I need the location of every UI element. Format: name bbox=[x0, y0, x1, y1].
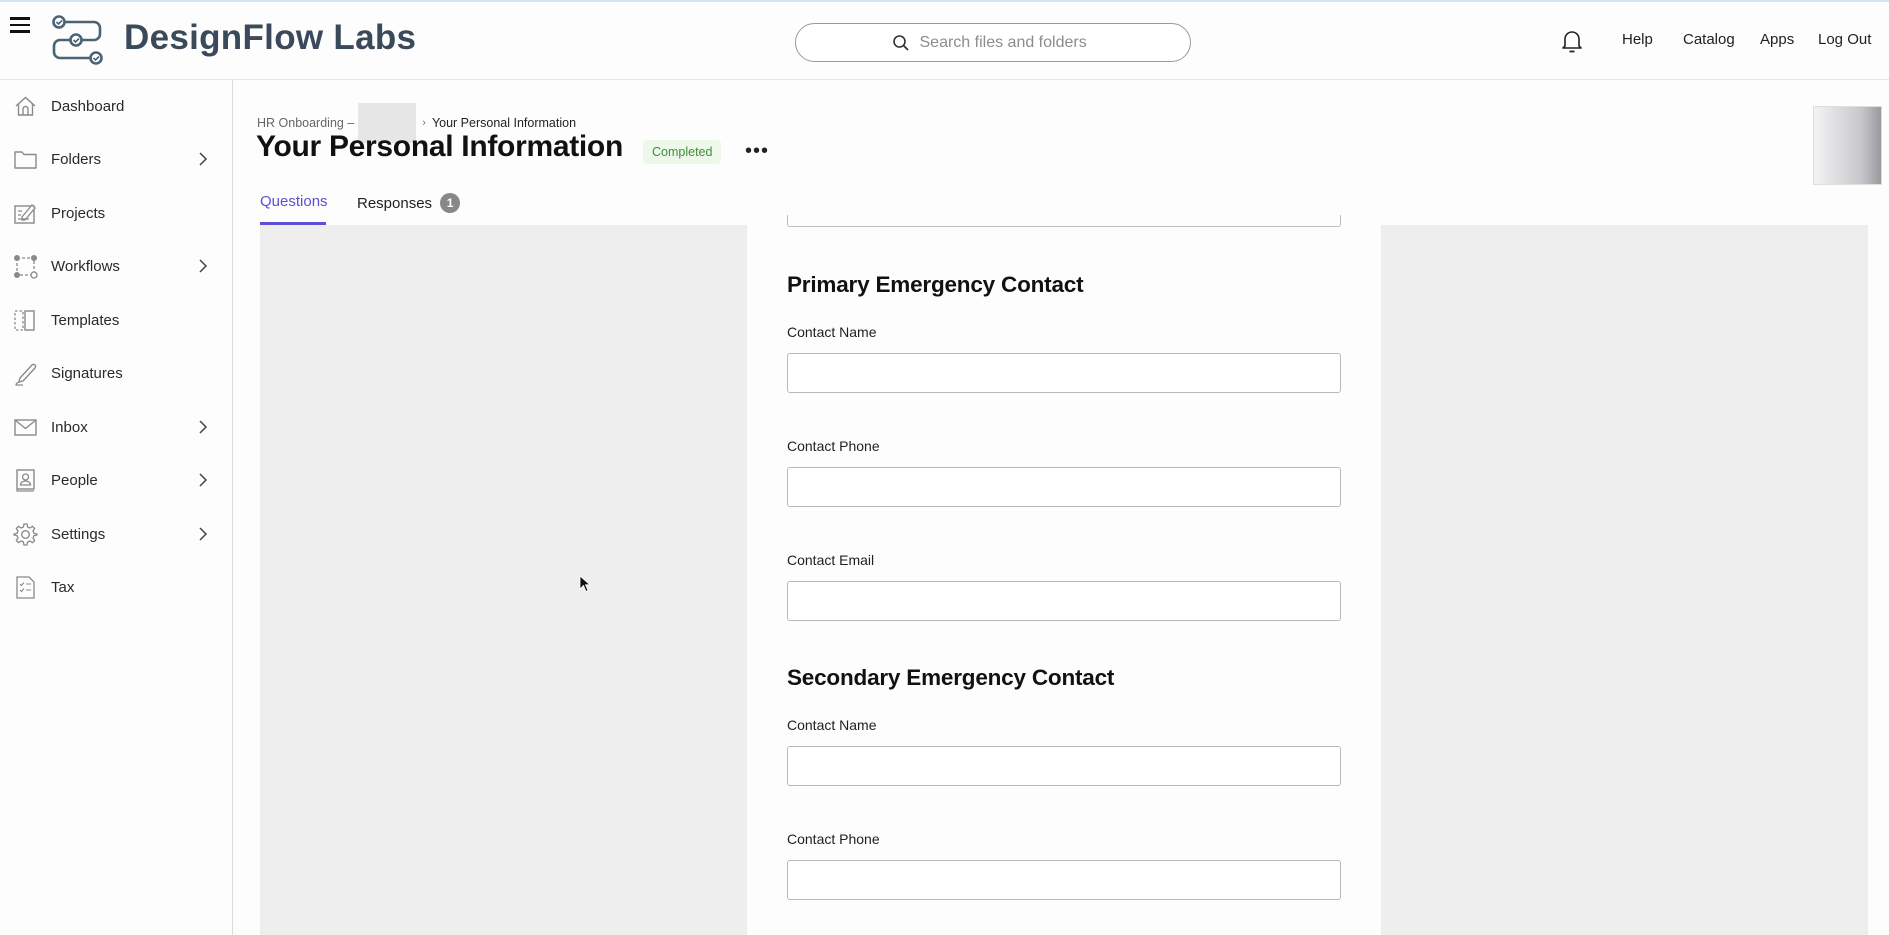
chevron-right-icon bbox=[199, 420, 208, 434]
pen-icon bbox=[15, 363, 37, 386]
sidebar-item-label: Signatures bbox=[51, 364, 123, 382]
chevron-right-icon bbox=[199, 527, 208, 541]
sidebar-item-tax[interactable]: Tax bbox=[0, 565, 232, 609]
sidebar-item-label: Inbox bbox=[51, 418, 88, 436]
hamburger-menu-icon[interactable] bbox=[8, 14, 32, 38]
primary-contact-name-input[interactable] bbox=[787, 353, 1341, 393]
workflows-icon bbox=[14, 255, 38, 279]
sidebar-item-label: People bbox=[51, 471, 98, 489]
chevron-right-icon bbox=[199, 152, 208, 166]
sidebar-item-inbox[interactable]: Inbox bbox=[0, 405, 232, 449]
projects-icon bbox=[14, 204, 36, 224]
sidebar-item-label: Workflows bbox=[51, 257, 120, 275]
breadcrumb-parent-link[interactable]: HR Onboarding – bbox=[257, 116, 354, 130]
secondary-contact-name-input[interactable] bbox=[787, 746, 1341, 786]
sidebar-item-label: Folders bbox=[51, 150, 102, 168]
contact-book-icon bbox=[16, 469, 35, 492]
sidebar-item-settings[interactable]: Settings bbox=[0, 512, 232, 556]
tab-questions[interactable]: Questions bbox=[260, 193, 328, 210]
mail-icon bbox=[14, 419, 37, 436]
sidebar-item-projects[interactable]: Projects bbox=[0, 191, 232, 235]
primary-contact-email-input[interactable] bbox=[787, 581, 1341, 621]
tab-label: Responses bbox=[357, 194, 433, 212]
more-options-button[interactable]: ••• bbox=[745, 141, 769, 161]
home-icon bbox=[15, 96, 36, 116]
sidebar-item-people[interactable]: People bbox=[0, 458, 232, 502]
page-title: Your Personal Information bbox=[256, 130, 623, 163]
templates-icon bbox=[14, 310, 35, 331]
search-bar[interactable] bbox=[795, 23, 1191, 62]
status-badge: Completed bbox=[643, 140, 722, 164]
mouse-pointer-icon bbox=[579, 575, 591, 593]
previous-input-field[interactable] bbox=[787, 215, 1341, 227]
catalog-link[interactable]: Catalog bbox=[1683, 31, 1735, 48]
sidebar-item-signatures[interactable]: Signatures bbox=[0, 351, 232, 395]
sidebar-item-folders[interactable]: Folders bbox=[0, 137, 232, 181]
help-link[interactable]: Help bbox=[1622, 31, 1653, 48]
search-icon bbox=[892, 34, 909, 51]
responses-count-badge: 1 bbox=[440, 193, 461, 213]
sidebar-item-templates[interactable]: Templates bbox=[0, 298, 232, 342]
bell-icon[interactable] bbox=[1560, 28, 1584, 54]
field-label: Contact Email bbox=[787, 552, 875, 568]
field-label: Contact Phone bbox=[787, 438, 880, 454]
workflow-logo-icon bbox=[52, 15, 103, 65]
section-heading: Secondary Emergency Contact bbox=[787, 665, 1115, 690]
field-label: Contact Phone bbox=[787, 831, 880, 847]
log-out-link[interactable]: Log Out bbox=[1818, 31, 1871, 48]
section-heading: Primary Emergency Contact bbox=[787, 272, 1084, 297]
sidebar-item-workflows[interactable]: Workflows bbox=[0, 244, 232, 288]
field-label: Contact Name bbox=[787, 324, 877, 340]
primary-contact-phone-input[interactable] bbox=[787, 467, 1341, 507]
sidebar-item-label: Settings bbox=[51, 525, 106, 543]
sidebar-item-label: Dashboard bbox=[51, 97, 125, 115]
breadcrumb-separator: › bbox=[422, 117, 426, 129]
chevron-right-icon bbox=[199, 473, 208, 487]
gear-icon bbox=[13, 523, 38, 546]
form-card: Primary Emergency Contact Contact Name C… bbox=[747, 215, 1381, 935]
secondary-contact-phone-input[interactable] bbox=[787, 860, 1341, 900]
sidebar-item-label: Templates bbox=[51, 311, 120, 329]
sidebar-item-label: Projects bbox=[51, 204, 106, 222]
thumbnail-preview[interactable] bbox=[1813, 106, 1882, 185]
search-input[interactable] bbox=[919, 33, 1095, 52]
tab-responses[interactable]: Responses 1 bbox=[357, 193, 461, 213]
sidebar-item-label: Tax bbox=[51, 578, 75, 596]
folder-icon bbox=[14, 151, 37, 169]
brand-name: DesignFlow Labs bbox=[124, 18, 417, 57]
field-label: Contact Name bbox=[787, 717, 877, 733]
sidebar: Dashboard Folders Projects Workflows Tem… bbox=[0, 80, 233, 935]
tax-document-icon bbox=[16, 576, 35, 599]
apps-link[interactable]: Apps bbox=[1760, 31, 1794, 48]
sidebar-item-dashboard[interactable]: Dashboard bbox=[0, 84, 232, 128]
top-header: DesignFlow Labs Help Catalog Apps Log Ou… bbox=[0, 2, 1889, 80]
chevron-right-icon bbox=[199, 259, 208, 273]
breadcrumb-current: Your Personal Information bbox=[431, 116, 577, 130]
